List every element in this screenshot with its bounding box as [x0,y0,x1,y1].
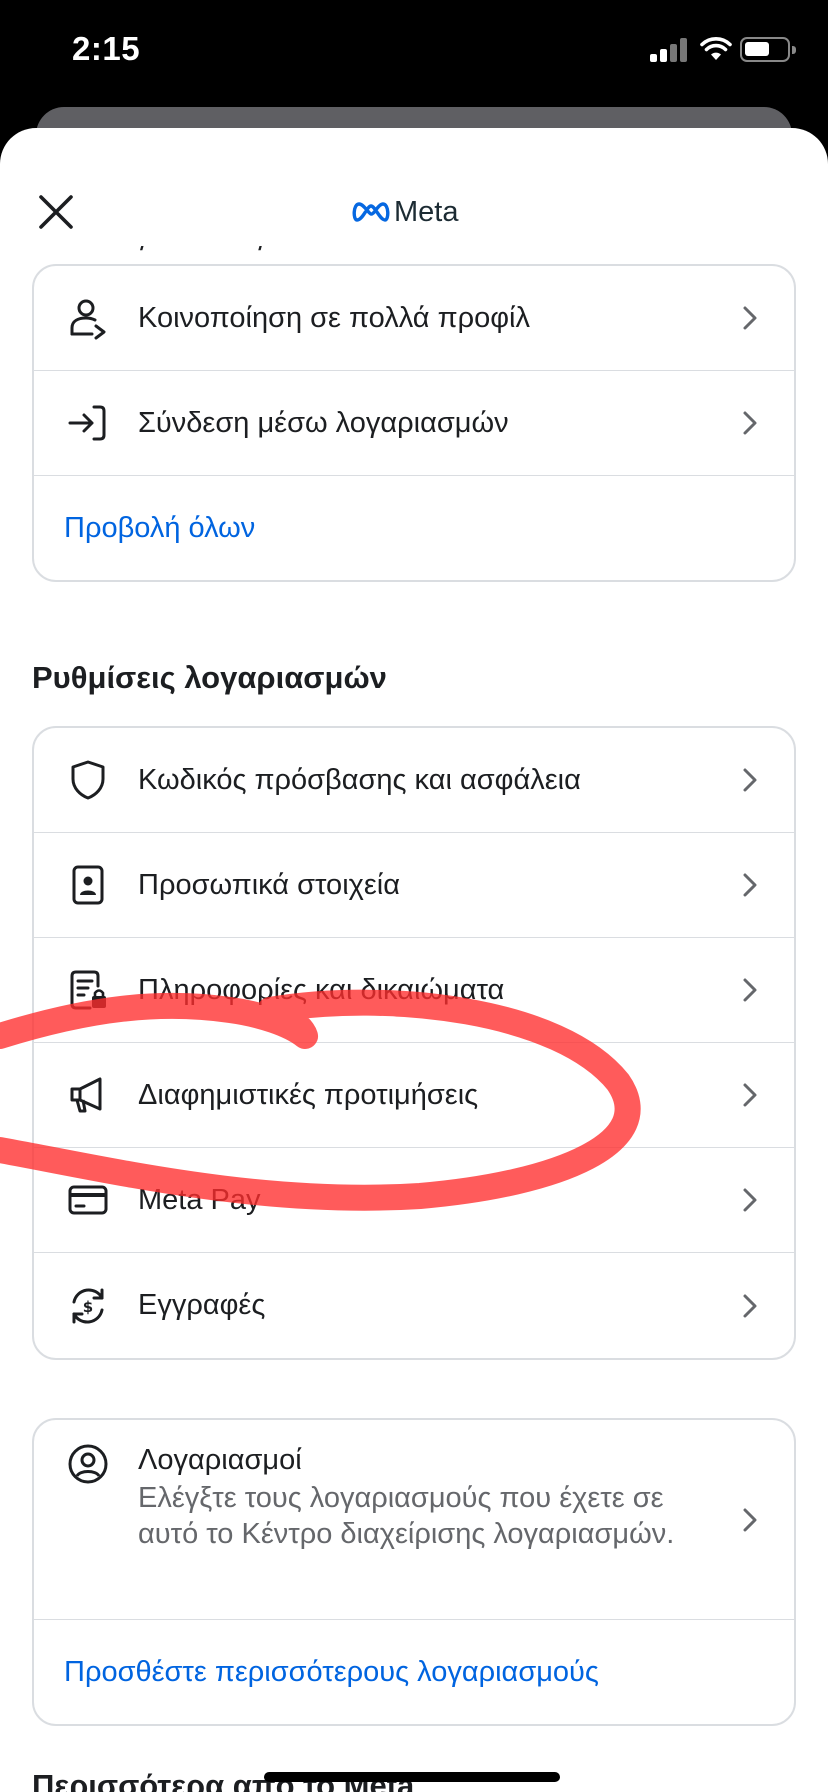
row-meta-pay[interactable]: Meta Pay [34,1148,794,1253]
row-accounts[interactable]: Λογαριασμοί Ελέγξτε τους λογαριασμούς πο… [34,1420,794,1620]
chevron-right-icon [743,411,757,435]
wifi-icon [700,37,732,60]
account-settings-card: Κωδικός πρόσβασης και ασφάλεια Προσωπικά… [32,726,796,1360]
accounts-title: Λογαριασμοί [138,1444,302,1476]
chevron-right-icon [743,1188,757,1212]
account-settings-title: Ρυθμίσεις λογαριασμών [32,660,387,695]
battery-icon [740,37,796,62]
chevron-right-icon [743,1083,757,1107]
row-label: Προσωπικά στοιχεία [138,868,400,901]
meta-brand: Meta [352,194,458,230]
row-label: Κωδικός πρόσβασης και ασφάλεια [138,763,581,796]
row-label: Πληροφορίες και δικαιώματα [138,973,505,1006]
home-indicator [264,1772,560,1782]
dollar-refresh-icon: $ [72,1287,104,1324]
card-icon [68,1185,108,1215]
megaphone-icon [70,1077,102,1113]
person-share-icon [70,299,106,340]
accounts-description: Ελέγξτε τους λογαριασμούς που έχετε σε α… [138,1482,675,1550]
row-label: Διαφημιστικές προτιμήσεις [138,1078,479,1111]
sign-in-arrow-icon [68,405,106,441]
chevron-right-icon [743,1508,757,1532]
status-bar: 2:15 [0,0,828,110]
row-label: Κοινοποίηση σε πολλά προφίλ [138,301,530,334]
account-circle-icon [68,1444,108,1484]
chevron-right-icon [743,768,757,792]
row-password-security[interactable]: Κωδικός πρόσβασης και ασφάλεια [34,728,794,833]
row-share-across-profiles[interactable]: Κοινοποίηση σε πολλά προφίλ [34,266,794,371]
row-info-permissions[interactable]: Πληροφορίες και δικαιώματα [34,938,794,1043]
view-all-link[interactable]: Προβολή όλων [34,476,794,580]
status-time: 2:15 [72,30,141,67]
add-more-accounts-link[interactable]: Προσθέστε περισσότερους λογαριασμούς [34,1620,794,1724]
clipped-heading-fragment: ··/··/ [60,246,480,262]
chevron-right-icon [743,978,757,1002]
meta-infinity-icon [352,202,390,222]
row-label: Meta Pay [138,1183,261,1216]
info-lock-icon [70,970,106,1010]
row-subscriptions[interactable]: $ Εγγραφές [34,1253,794,1358]
chevron-right-icon [743,873,757,897]
row-ad-preferences[interactable]: Διαφημιστικές προτιμήσεις [34,1043,794,1148]
brand-label: Meta [394,195,459,228]
accounts-card: Λογαριασμοί Ελέγξτε τους λογαριασμούς πο… [32,1418,796,1726]
accounts-center-sheet: Meta ··/··/ Κοινοποίηση σε πολλά προφίλ … [0,128,828,1792]
connected-experiences-card: Κοινοποίηση σε πολλά προφίλ Σύνδεση μέσω… [32,264,796,582]
id-card-icon [72,865,104,905]
signal-icon [650,38,690,62]
chevron-right-icon [743,306,757,330]
row-label: Σύνδεση μέσω λογαριασμών [138,406,509,439]
close-icon[interactable] [32,188,80,236]
svg-text:$: $ [83,1298,93,1316]
row-label: Εγγραφές [138,1289,266,1321]
chevron-right-icon [743,1294,757,1317]
shield-icon [71,760,105,800]
row-login-across-accounts[interactable]: Σύνδεση μέσω λογαριασμών [34,371,794,476]
row-personal-details[interactable]: Προσωπικά στοιχεία [34,833,794,938]
